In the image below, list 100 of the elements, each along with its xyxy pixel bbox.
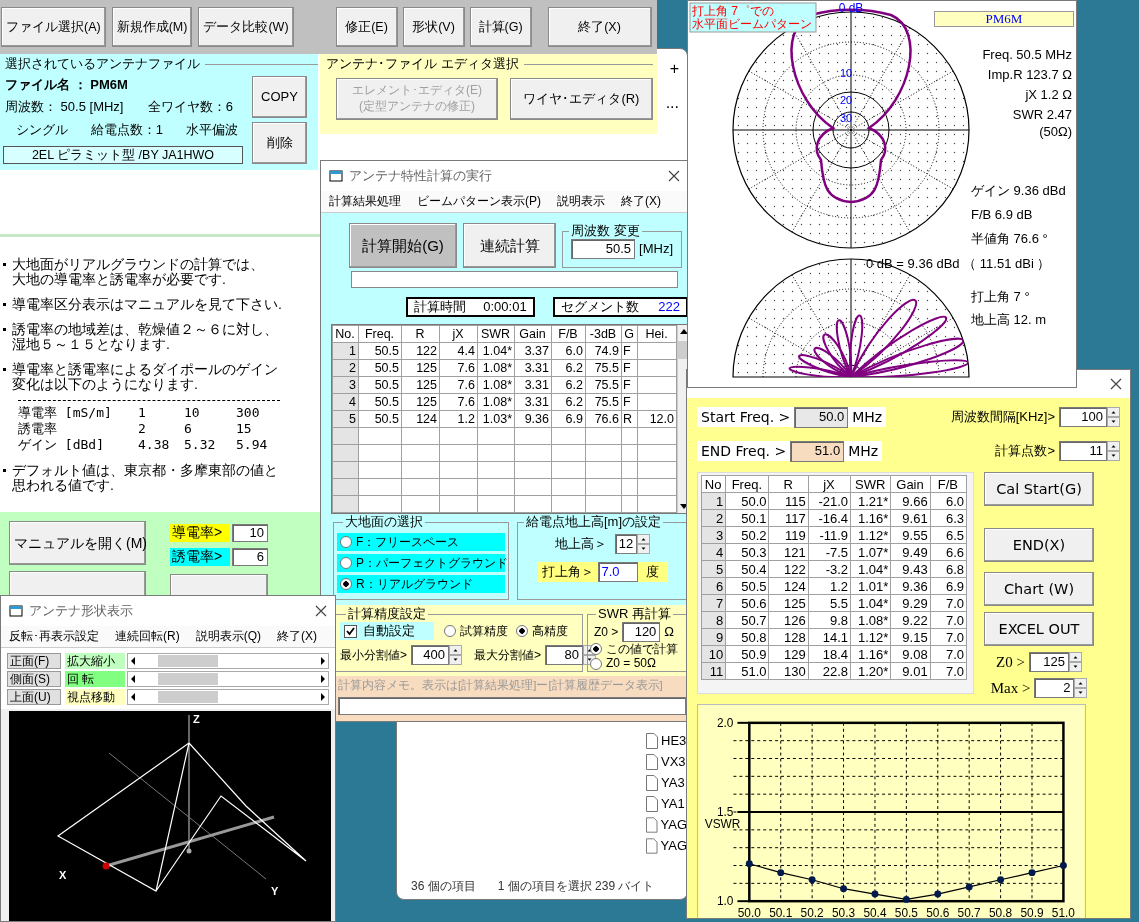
group-title: SWR 再計算	[596, 606, 673, 621]
field-label: 最小分割値>	[340, 647, 407, 663]
unit-label: [MHz]	[639, 241, 673, 257]
column-header: R	[769, 475, 809, 493]
info-text: SWR 2.47	[1012, 106, 1073, 124]
frequency-text: 周波数： 50.5 [MHz]	[5, 98, 124, 115]
note-line: 湿地５～１５となります.	[12, 337, 171, 352]
radio-label: 試算精度	[460, 623, 508, 639]
axis-label: X	[59, 869, 67, 881]
column-header: jX	[439, 325, 478, 343]
note-line: 導電率と誘電率によるダイポールのゲイン	[12, 362, 279, 377]
mode-text: シングル	[16, 122, 69, 138]
table-text: ゲイン [dBd]	[18, 437, 105, 453]
table-text: 導電率 [mS/m]	[18, 405, 113, 421]
table-text: 誘電率	[18, 421, 58, 437]
result-text: 半値角 76.6 °	[971, 230, 1049, 248]
column-header: R	[401, 325, 440, 343]
window-title: アンテナ特性計算の実行	[349, 168, 492, 184]
table-text: 5.32	[184, 437, 217, 453]
note-line: 導電率区分表示はマニュアルを見て下さい.	[12, 297, 282, 312]
table-text: 5.94	[236, 437, 269, 453]
column-header: No.	[332, 325, 359, 343]
axis-tick-label: 50.4	[863, 906, 887, 918]
column-header: Hei.	[637, 325, 677, 343]
info-text: jX 1.2 Ω	[1025, 86, 1073, 104]
column-header: Gain	[890, 475, 931, 493]
note-line: 誘電率の地域差は、乾燥値２～６に対し、	[12, 322, 278, 337]
field-label: 周波数間隔[KHz]>	[950, 409, 1055, 425]
info-text: (50Ω)	[1039, 125, 1073, 139]
column-header: Gain	[514, 325, 552, 343]
column-header: Freq.	[725, 475, 769, 493]
group-title: 大地面の選択	[343, 514, 425, 529]
axis-tick-label: 1.0	[716, 894, 734, 909]
note-line: 大地の導電率と誘電率が必要です.	[12, 272, 227, 287]
ring-label: 30	[839, 112, 853, 124]
axis-label: VSWR	[704, 816, 741, 831]
param-label: 導電率>	[170, 524, 230, 542]
note-line: デフォルト値は、東京都・多摩東部の値と	[12, 463, 278, 478]
table-text: 10	[184, 405, 201, 421]
axis-tick-label: 50.0	[737, 906, 761, 918]
result-text: ゲイン 9.36 dBd	[971, 182, 1067, 200]
param-label: 誘電率>	[170, 548, 230, 566]
axis-tick-label: 1.5	[716, 804, 734, 819]
radio-label: R：リアルグラウンド	[356, 576, 473, 592]
condition-text: 地上高 12. m	[971, 311, 1048, 329]
caption-line: 水平面ビームパターン	[692, 17, 812, 31]
column-header: -3dB	[585, 325, 622, 343]
description-field: 2EL ピラミット型 /BY JA1HWO	[3, 145, 243, 164]
column-header: jX	[808, 475, 851, 493]
group-title: 計算精度設定	[346, 606, 428, 621]
axis-tick-label: 50.5	[894, 906, 918, 918]
unit-label: MHz	[844, 441, 883, 461]
status-text: 1 個の項目を選択 239 バイト	[497, 878, 655, 893]
axis-tick-label: 50.9	[1020, 906, 1044, 918]
unit-label: MHz	[848, 407, 887, 427]
wire-count-text: 全ワイヤ数：6	[147, 98, 233, 115]
column-header: F/B	[930, 475, 967, 493]
field-label: 最大分割値>	[474, 647, 542, 663]
axis-tick-label: 50.2	[800, 906, 824, 918]
polarization-text: 水平偏波	[185, 122, 238, 138]
antenna-name: PM6M	[934, 11, 1074, 27]
table-text: 300	[236, 405, 261, 421]
field-label: 打上角＞	[537, 562, 598, 582]
ring-label: 10	[839, 67, 853, 79]
column-header: SWR	[850, 475, 891, 493]
info-text: Imp.R 123.7 Ω	[987, 66, 1073, 84]
column-header: SWR	[477, 325, 515, 343]
note-line: 変化は以下のようになります.	[12, 377, 199, 392]
info-text: Freq. 50.5 MHz	[982, 46, 1073, 64]
axis-label: Z	[193, 713, 200, 725]
field-label: Z0 >	[996, 653, 1025, 671]
axis-tick-label: 50.6	[926, 906, 950, 918]
field-label: 計算点数>	[995, 443, 1055, 459]
column-header: No	[701, 475, 726, 493]
column-header: F/B	[551, 325, 586, 343]
group-title: アンテナ･ファイル エディタ選択	[325, 56, 520, 72]
axis-tick-label: 2.0	[716, 715, 734, 730]
axis-tick-label: 50.7	[957, 906, 981, 918]
feed-point-text: 給電点数：1	[90, 122, 164, 138]
table-text: 6	[184, 421, 193, 437]
radio-label: Z0 = 50Ω	[606, 656, 656, 671]
note-line: 思われる値です.	[12, 478, 115, 493]
info-value: 222	[658, 299, 680, 315]
note-line: 大地面がリアルグラウンドの計算では、	[12, 257, 264, 272]
field-label: Z0 >	[594, 624, 619, 640]
group-title: 周波数 変更	[569, 223, 642, 238]
table-text: 15	[236, 421, 253, 437]
mode-label: 回 転	[65, 670, 125, 687]
ring-label: 20	[839, 94, 853, 106]
checkbox-label: 自動設定	[363, 623, 415, 639]
axis-tick-label: 51.0	[1051, 906, 1075, 918]
group-title: 計算内容メモ。表示は[計算結果処理]ー[計算履歴データ表示]	[338, 679, 663, 691]
info-value: 0:00:01	[483, 299, 527, 315]
window-title: アンテナ形状表示	[29, 603, 133, 619]
radio-label: 高精度	[532, 623, 568, 639]
field-label: Max >	[990, 679, 1031, 697]
field-label: Start Freq. >	[697, 407, 795, 427]
file-name: ファイル名 ： PM6M	[5, 77, 129, 93]
unit-label: 度	[637, 562, 668, 582]
axis-tick-label: 50.1	[769, 906, 793, 918]
